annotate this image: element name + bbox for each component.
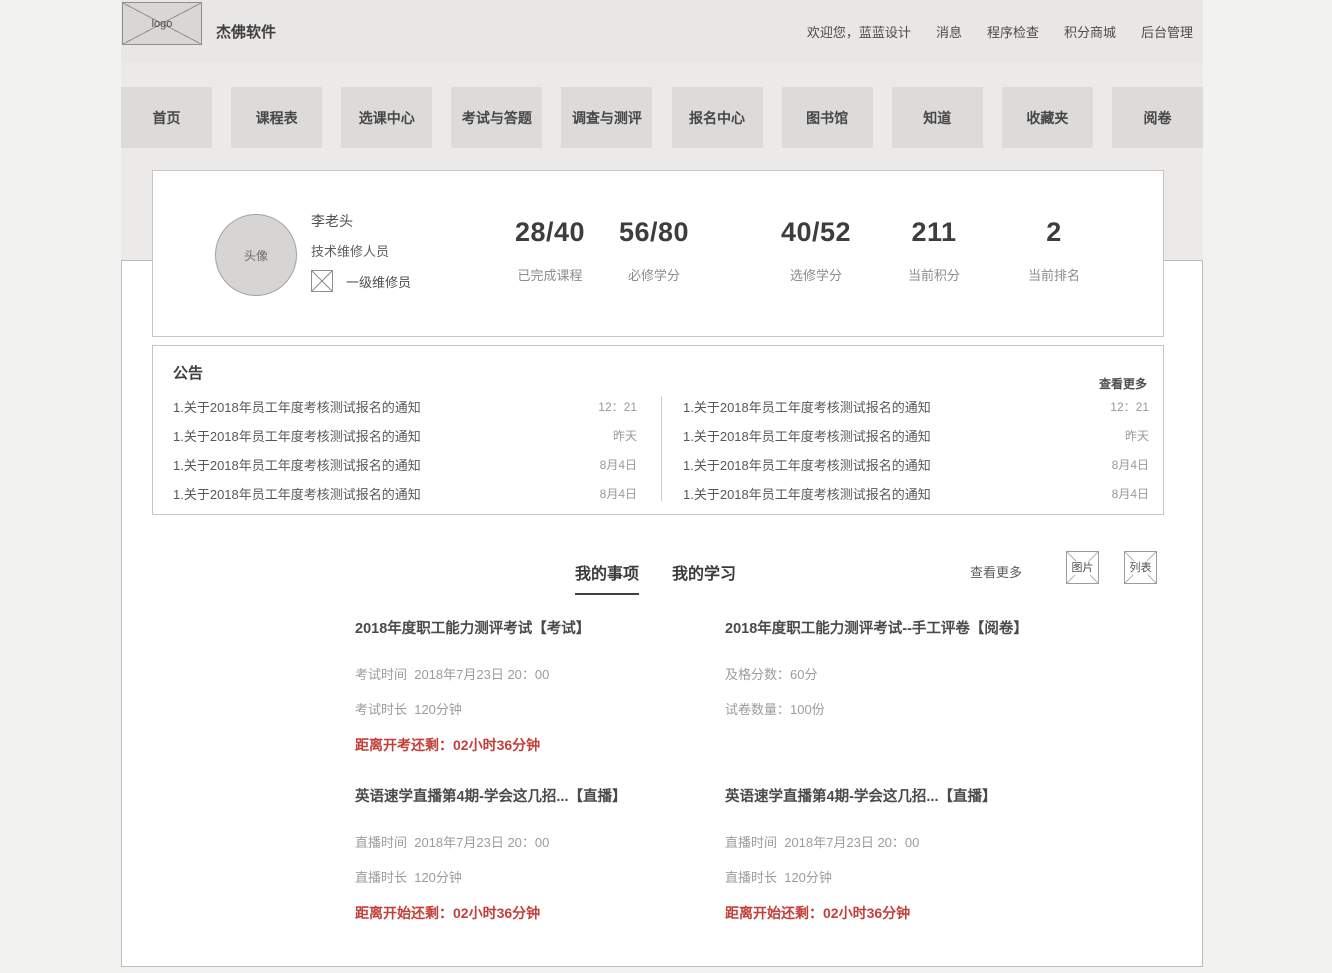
tab-my-learning[interactable]: 我的学习 <box>672 560 736 595</box>
program-check-link[interactable]: 程序检查 <box>987 22 1039 41</box>
announcements-panel: 公告 查看更多 1.关于2018年员工年度考核测试报名的通知 12：21 1.关… <box>152 345 1164 515</box>
card-title[interactable]: 英语速学直播第4期-学会这几招...【直播】 <box>355 788 727 806</box>
card-detail-line: 直播时长 120分钟 <box>355 870 727 886</box>
announcement-link[interactable]: 1.关于2018年员工年度考核测试报名的通知 <box>173 397 421 416</box>
announcement-row: 1.关于2018年员工年度考核测试报名的通知 8月4日 <box>173 479 637 508</box>
announcement-row: 1.关于2018年员工年度考核测试报名的通知 12：21 <box>173 392 637 421</box>
nav-tab-course-center[interactable]: 选课中心 <box>341 87 432 148</box>
profile-card: 头像 李老头 技术维修人员 一级维修员 28/40 已完成课程 56/80 必修… <box>152 170 1164 337</box>
card-detail-line: 考试时间 2018年7月23日 20：00 <box>355 667 727 683</box>
stat-label: 当前积分 <box>864 265 1004 284</box>
announcement-link[interactable]: 1.关于2018年员工年度考核测试报名的通知 <box>173 455 421 474</box>
announcement-row: 1.关于2018年员工年度考核测试报名的通知 12：21 <box>683 392 1149 421</box>
user-name: 李老头 <box>311 211 411 231</box>
user-level-row: 一级维修员 <box>311 270 411 292</box>
announcement-time: 8月4日 <box>600 485 637 502</box>
stat-label: 当前排名 <box>984 265 1124 284</box>
messages-link[interactable]: 消息 <box>936 22 962 41</box>
announcement-row: 1.关于2018年员工年度考核测试报名的通知 昨天 <box>683 421 1149 450</box>
announcement-time: 8月4日 <box>1112 456 1149 473</box>
section-tabs: 我的事项 我的学习 <box>575 560 736 595</box>
announcements-divider <box>661 396 662 501</box>
announcement-row: 1.关于2018年员工年度考核测试报名的通知 昨天 <box>173 421 637 450</box>
section-view-more-link[interactable]: 查看更多 <box>970 562 1022 581</box>
logo-image[interactable]: logo <box>122 2 202 45</box>
nav-tab-course-table[interactable]: 课程表 <box>231 87 322 148</box>
announcements-title: 公告 <box>173 362 203 383</box>
welcome-user-link[interactable]: 欢迎您，蓝蓝设计 <box>807 22 911 41</box>
nav-tab-registration-center[interactable]: 报名中心 <box>672 87 763 148</box>
announcement-link[interactable]: 1.关于2018年员工年度考核测试报名的通知 <box>683 484 931 503</box>
stat-current-rank: 2 当前排名 <box>984 217 1124 284</box>
announcement-time: 12：21 <box>598 398 637 415</box>
announcement-time: 12：21 <box>1110 398 1149 415</box>
announcement-row: 1.关于2018年员工年度考核测试报名的通知 8月4日 <box>173 450 637 479</box>
nav-tab-survey-eval[interactable]: 调查与测评 <box>561 87 652 148</box>
card-detail-line: 直播时间 2018年7月23日 20：00 <box>355 835 727 851</box>
nav-tab-favorites[interactable]: 收藏夹 <box>1002 87 1093 148</box>
announcement-link[interactable]: 1.关于2018年员工年度考核测试报名的通知 <box>683 426 931 445</box>
user-role: 技术维修人员 <box>311 241 411 260</box>
avatar-placeholder-label: 头像 <box>244 247 268 264</box>
profile-info: 李老头 技术维修人员 一级维修员 <box>311 211 411 292</box>
card-countdown: 距离开始还剩：02小时36分钟 <box>355 905 727 921</box>
announcement-link[interactable]: 1.关于2018年员工年度考核测试报名的通知 <box>173 484 421 503</box>
announcement-row: 1.关于2018年员工年度考核测试报名的通知 8月4日 <box>683 450 1149 479</box>
view-mode-list-label: 列表 <box>1129 561 1153 575</box>
live-card: 英语速学直播第4期-学会这几招...【直播】 直播时间 2018年7月23日 2… <box>355 788 727 921</box>
announcement-time: 昨天 <box>613 427 637 444</box>
logo-placeholder-label: logo <box>152 18 173 30</box>
level-badge-icon <box>311 270 333 292</box>
announcement-time: 8月4日 <box>1112 485 1149 502</box>
announcement-link[interactable]: 1.关于2018年员工年度考核测试报名的通知 <box>173 426 421 445</box>
card-title[interactable]: 英语速学直播第4期-学会这几招...【直播】 <box>725 788 1097 806</box>
live-card: 英语速学直播第4期-学会这几招...【直播】 直播时间 2018年7月23日 2… <box>725 788 1097 921</box>
card-title[interactable]: 2018年度职工能力测评考试--手工评卷【阅卷】 <box>725 620 1097 638</box>
nav-tab-know[interactable]: 知道 <box>892 87 983 148</box>
tab-my-items[interactable]: 我的事项 <box>575 560 639 595</box>
announcement-link[interactable]: 1.关于2018年员工年度考核测试报名的通知 <box>683 397 931 416</box>
announcement-row: 1.关于2018年员工年度考核测试报名的通知 8月4日 <box>683 479 1149 508</box>
nav-tab-grading[interactable]: 阅卷 <box>1112 87 1203 148</box>
stat-value: 56/80 <box>584 217 724 248</box>
view-mode-images-button[interactable]: 图片 <box>1066 551 1099 584</box>
card-countdown: 距离开考还剩：02小时36分钟 <box>355 737 727 753</box>
announcements-right-column: 1.关于2018年员工年度考核测试报名的通知 12：21 1.关于2018年员工… <box>683 392 1149 508</box>
nav-tab-home[interactable]: 首页 <box>121 87 212 148</box>
card-detail-line: 直播时间 2018年7月23日 20：00 <box>725 835 1097 851</box>
avatar: 头像 <box>215 214 297 296</box>
announcement-time: 8月4日 <box>600 456 637 473</box>
card-detail-line: 试卷数量：100份 <box>725 702 1097 718</box>
announcement-time: 昨天 <box>1125 427 1149 444</box>
announcements-view-more-link[interactable]: 查看更多 <box>1099 375 1147 392</box>
card-detail-line: 直播时长 120分钟 <box>725 870 1097 886</box>
announcements-left-column: 1.关于2018年员工年度考核测试报名的通知 12：21 1.关于2018年员工… <box>173 392 637 508</box>
announcement-link[interactable]: 1.关于2018年员工年度考核测试报名的通知 <box>683 455 931 474</box>
brand-name: 杰佛软件 <box>216 21 276 42</box>
card-detail-line: 及格分数：60分 <box>725 667 1097 683</box>
header-links: 欢迎您，蓝蓝设计 消息 程序检查 积分商城 后台管理 <box>807 22 1193 41</box>
stat-value: 211 <box>864 217 1004 248</box>
stat-label: 必修学分 <box>584 265 724 284</box>
nav-tab-exam-answer[interactable]: 考试与答题 <box>451 87 542 148</box>
card-detail-line: 考试时长 120分钟 <box>355 702 727 718</box>
view-mode-images-label: 图片 <box>1071 561 1095 575</box>
stat-value: 2 <box>984 217 1124 248</box>
admin-link[interactable]: 后台管理 <box>1141 22 1193 41</box>
nav-tab-library[interactable]: 图书馆 <box>782 87 873 148</box>
points-mall-link[interactable]: 积分商城 <box>1064 22 1116 41</box>
user-level-label: 一级维修员 <box>346 272 411 291</box>
view-mode-list-button[interactable]: 列表 <box>1124 551 1157 584</box>
main-nav: 首页 课程表 选课中心 考试与答题 调查与测评 报名中心 图书馆 知道 收藏夹 … <box>121 87 1203 148</box>
grading-card: 2018年度职工能力测评考试--手工评卷【阅卷】 及格分数：60分 试卷数量：1… <box>725 620 1097 737</box>
card-countdown: 距离开始还剩：02小时36分钟 <box>725 905 1097 921</box>
header-bar: logo 杰佛软件 欢迎您，蓝蓝设计 消息 程序检查 积分商城 后台管理 <box>121 0 1203 62</box>
stat-required-credits: 56/80 必修学分 <box>584 217 724 284</box>
stat-current-points: 211 当前积分 <box>864 217 1004 284</box>
exam-card: 2018年度职工能力测评考试【考试】 考试时间 2018年7月23日 20：00… <box>355 620 727 753</box>
card-title[interactable]: 2018年度职工能力测评考试【考试】 <box>355 620 727 638</box>
